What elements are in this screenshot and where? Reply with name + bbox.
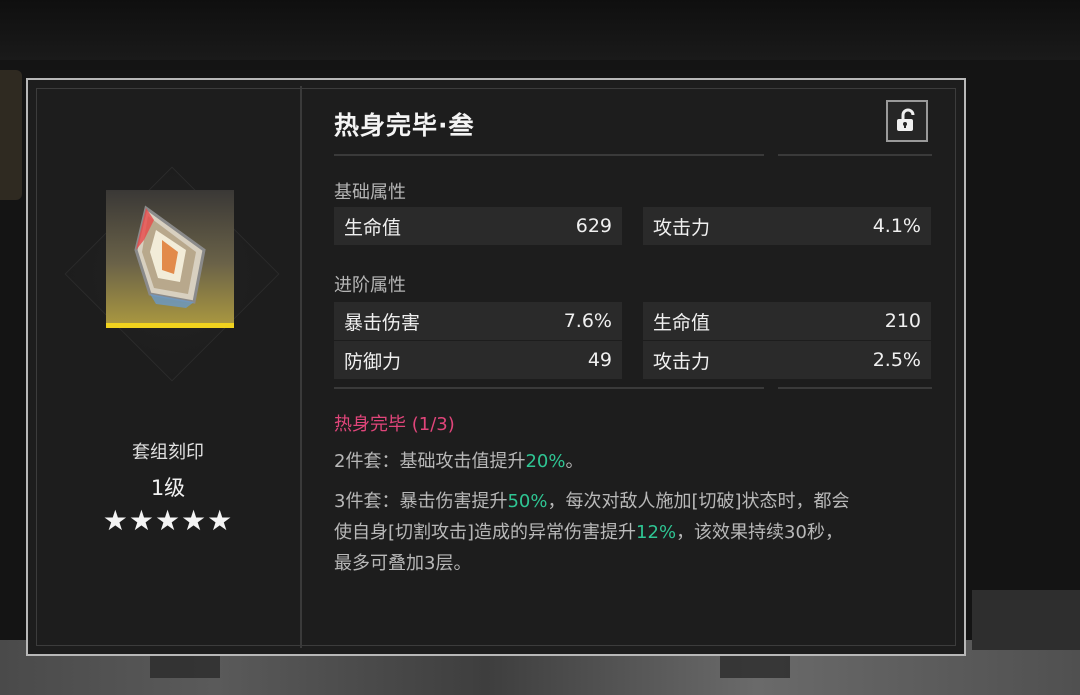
- stats-divider: [334, 387, 764, 389]
- lock-toggle-button[interactable]: [886, 100, 928, 142]
- advanced-stat-hp: 生命值 210: [643, 302, 931, 340]
- advanced-stats-label: 进阶属性: [334, 275, 406, 296]
- stat-name: 暴击伤害: [344, 311, 421, 334]
- stat-value: 7.6%: [563, 310, 612, 332]
- background-top: [0, 0, 1080, 60]
- title-divider: [334, 154, 764, 156]
- base-stat-atk: 攻击力 4.1%: [643, 207, 931, 245]
- bonus-line: 最多可叠加3层。: [334, 553, 472, 574]
- two-piece-bonus: 2件套：基础攻击值提升20%。: [334, 446, 934, 477]
- item-level: 1级: [150, 476, 186, 500]
- title-divider: [778, 154, 932, 156]
- bonus-highlight: 20%: [525, 451, 566, 472]
- stat-name: 生命值: [344, 216, 402, 239]
- bonus-text: ，每次对敌人施加[切破]状态时，都会: [547, 491, 850, 512]
- stat-value: 4.1%: [872, 215, 921, 237]
- bonus-line: 使自身[切割攻击]造成的异常伤害提升12%，该效果持续30秒，: [334, 517, 934, 548]
- base-stat-hp: 生命值 629: [334, 207, 622, 245]
- drive-disc-icon: [106, 190, 234, 328]
- stat-name: 防御力: [344, 350, 402, 373]
- stat-value: 210: [884, 310, 921, 332]
- star-rating: ★★★★★: [102, 504, 234, 537]
- stat-name: 攻击力: [653, 216, 711, 239]
- unlock-icon: [897, 108, 915, 131]
- stat-value: 49: [587, 349, 612, 371]
- bonus-text: 。: [565, 451, 584, 472]
- bonus-text: 2件套：基础攻击值提升: [334, 451, 526, 472]
- bonus-text: 3件套：暴击伤害提升: [334, 491, 508, 512]
- bonus-text: ，该效果持续30秒，: [676, 522, 843, 543]
- bonus-text: 使自身[切割攻击]造成的异常伤害提升: [334, 522, 637, 543]
- item-title: 热身完毕·叁: [334, 111, 475, 140]
- three-piece-bonus: 3件套：暴击伤害提升50%，每次对敌人施加[切破]状态时，都会 使自身[切割攻击…: [334, 486, 934, 579]
- bonus-highlight: 12%: [636, 522, 677, 543]
- stat-name: 生命值: [653, 311, 711, 334]
- stat-name: 攻击力: [653, 350, 711, 373]
- base-stats-label: 基础属性: [334, 182, 406, 203]
- set-label: 套组刻印: [132, 442, 204, 463]
- stats-divider: [778, 387, 932, 389]
- set-bonus-title: 热身完毕 (1/3): [334, 414, 455, 435]
- advanced-stat-crit-dmg: 暴击伤害 7.6%: [334, 302, 622, 340]
- advanced-stat-def: 防御力 49: [334, 341, 622, 379]
- background-right-shape: [972, 590, 1080, 650]
- background-left-shape: [0, 70, 22, 200]
- bonus-highlight: 50%: [507, 491, 548, 512]
- item-preview-column: 套组刻印 1级 ★★★★★: [34, 86, 302, 648]
- advanced-stat-atk: 攻击力 2.5%: [643, 341, 931, 379]
- stat-value: 629: [575, 215, 612, 237]
- stat-value: 2.5%: [872, 349, 921, 371]
- bonus-line: 3件套：暴击伤害提升50%，每次对敌人施加[切破]状态时，都会: [334, 486, 934, 517]
